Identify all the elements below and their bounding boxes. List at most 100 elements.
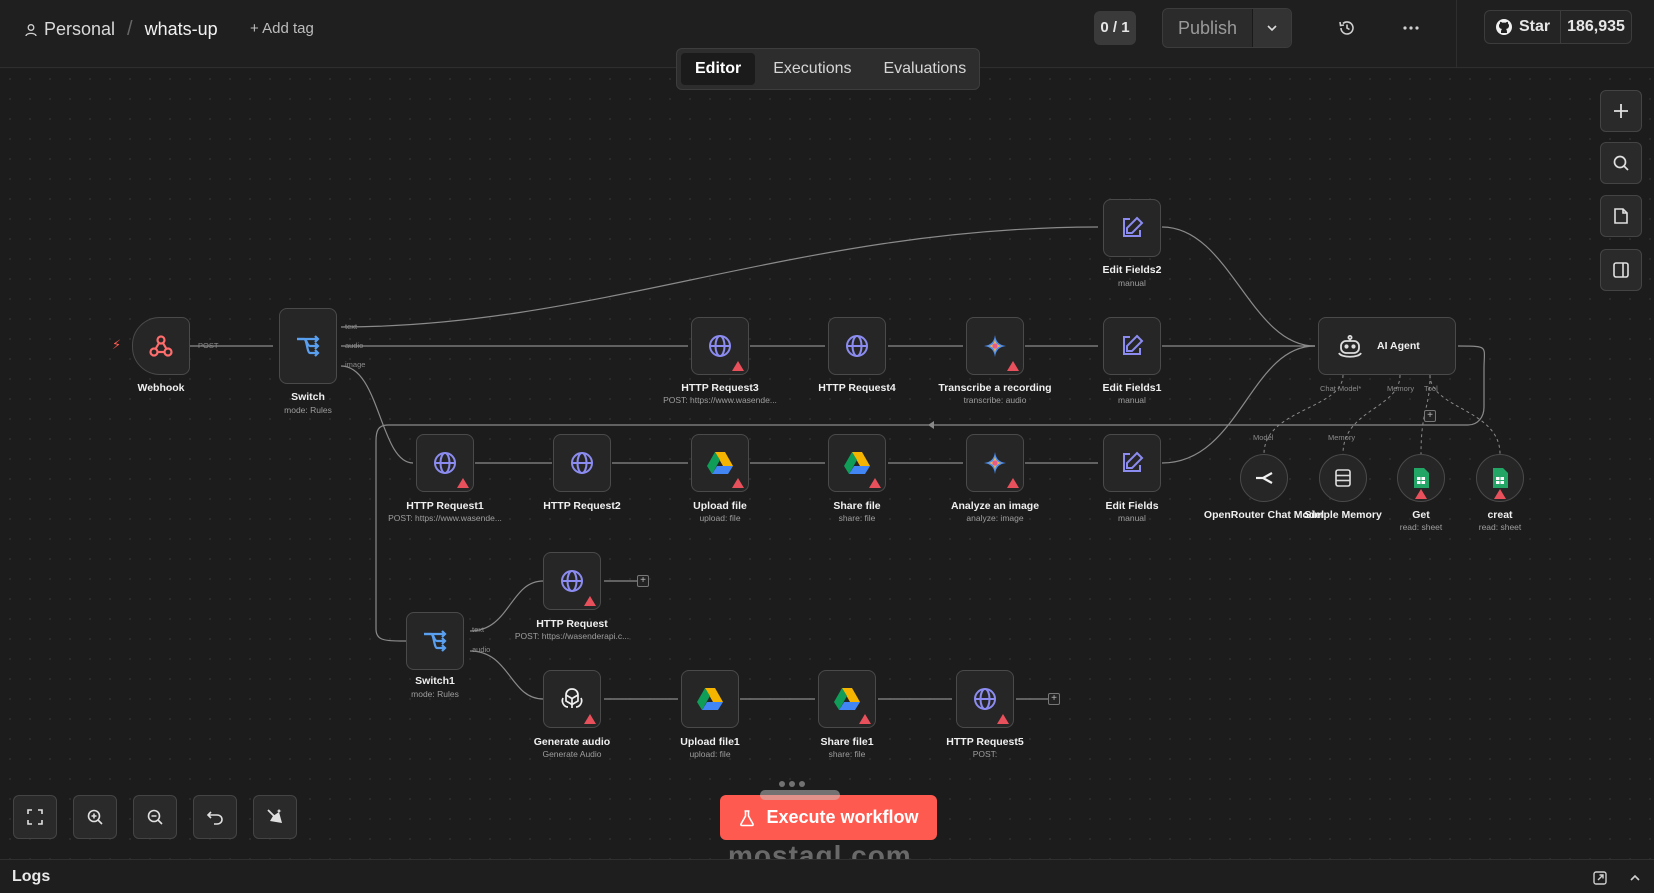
node-label: Share file1	[820, 736, 874, 748]
edge-label: POST	[198, 341, 219, 350]
warning-icon	[457, 478, 469, 488]
tab-editor[interactable]: Editor	[681, 53, 756, 85]
node-edit-fields[interactable]	[1103, 434, 1161, 492]
node-generate-audio[interactable]	[543, 670, 601, 728]
edge-label: audio	[472, 645, 491, 654]
node-http-request4[interactable]	[828, 317, 886, 375]
edit-icon	[1123, 451, 1144, 472]
project-link[interactable]: Personal	[44, 19, 115, 40]
warning-icon	[1007, 361, 1019, 371]
search-nodes-button[interactable]	[1600, 142, 1642, 184]
node-subtitle: upload: file	[699, 513, 741, 523]
broom-icon	[267, 809, 282, 823]
node-switch1[interactable]	[406, 612, 464, 670]
node-edit-fields1[interactable]	[1103, 317, 1161, 375]
node-subtitle: mode: Rules	[284, 405, 332, 415]
publish-button[interactable]: Publish	[1162, 8, 1292, 48]
warning-icon	[732, 478, 744, 488]
node-get[interactable]	[1397, 454, 1445, 502]
node-http-request[interactable]	[543, 552, 601, 610]
edge-label: Memory	[1328, 433, 1356, 442]
google-sheets-icon	[1414, 468, 1429, 488]
tab-evaluations[interactable]: Evaluations	[869, 53, 980, 85]
github-star[interactable]: Star	[1485, 11, 1561, 43]
publish-label[interactable]: Publish	[1163, 9, 1253, 47]
workflow-canvas[interactable]: ⚡ Webhook POST Switch mode: Rules text a…	[0, 69, 1654, 859]
node-label: HTTP Request2	[543, 500, 621, 512]
fit-view-button[interactable]	[13, 795, 57, 839]
add-node-panel-button[interactable]	[1600, 90, 1642, 132]
github-star-button[interactable]: Star 186,935	[1484, 10, 1632, 44]
node-webhook[interactable]	[132, 317, 190, 375]
node-label: Edit Fields2	[1102, 264, 1162, 276]
switch-icon	[424, 630, 447, 652]
node-upload-file[interactable]	[691, 434, 749, 492]
warning-icon	[859, 714, 871, 724]
node-upload-file1[interactable]	[681, 670, 739, 728]
node-share-file1[interactable]	[818, 670, 876, 728]
tidy-up-button[interactable]	[253, 795, 297, 839]
node-subtitle: read: sheet	[1478, 522, 1522, 532]
zoom-out-button[interactable]	[133, 795, 177, 839]
popout-icon[interactable]	[1592, 870, 1608, 886]
node-ai-agent[interactable]: AI Agent	[1318, 317, 1456, 375]
ellipsis-icon	[1403, 26, 1419, 30]
sticky-note-icon	[1614, 208, 1628, 224]
version-counter[interactable]: 0 / 1	[1094, 11, 1136, 45]
chevron-up-icon[interactable]	[1628, 871, 1642, 885]
node-openrouter[interactable]	[1240, 454, 1288, 502]
edge-label: audio	[345, 341, 364, 350]
node-creat[interactable]	[1476, 454, 1524, 502]
tab-executions[interactable]: Executions	[759, 53, 865, 85]
warning-icon	[1007, 478, 1019, 488]
node-http-request1[interactable]	[416, 434, 474, 492]
node-subtitle: transcribe: audio	[963, 395, 1027, 405]
node-http-request3[interactable]	[691, 317, 749, 375]
gemini-icon	[984, 335, 1006, 357]
node-analyze-image[interactable]	[966, 434, 1024, 492]
reset-zoom-button[interactable]	[193, 795, 237, 839]
node-http-request5[interactable]	[956, 670, 1014, 728]
node-edit-fields2[interactable]	[1103, 199, 1161, 257]
chevron-down-icon	[1267, 25, 1277, 32]
zoom-in-icon	[87, 809, 103, 825]
warning-icon	[584, 596, 596, 606]
logs-bar[interactable]: Logs	[0, 859, 1654, 893]
node-transcribe[interactable]	[966, 317, 1024, 375]
warning-icon	[732, 361, 744, 371]
google-drive-icon	[707, 452, 733, 474]
node-share-file[interactable]	[828, 434, 886, 492]
publish-dropdown[interactable]	[1253, 9, 1291, 47]
breadcrumb: Personal / whats-up	[24, 18, 218, 41]
workflow-name[interactable]: whats-up	[145, 19, 218, 40]
gemini-icon	[984, 452, 1006, 474]
sticky-note-button[interactable]	[1600, 195, 1642, 237]
warning-icon	[1415, 489, 1427, 499]
add-tag-button[interactable]: + Add tag	[250, 20, 314, 37]
node-simple-memory[interactable]	[1319, 454, 1367, 502]
add-node-button[interactable]: +	[1048, 693, 1060, 705]
node-subtitle: POST: https://www.wasende...	[663, 395, 777, 405]
undo-icon	[206, 811, 223, 825]
node-http-request2[interactable]	[553, 434, 611, 492]
globe-icon	[709, 335, 731, 357]
google-drive-icon	[697, 688, 723, 710]
panel-right-icon	[1613, 262, 1629, 278]
add-tool-button[interactable]: +	[1424, 410, 1436, 422]
edge-label: text	[345, 322, 358, 331]
edge-label: text	[472, 625, 485, 634]
node-label: HTTP Request1	[406, 500, 484, 512]
history-button[interactable]	[1336, 17, 1358, 39]
star-count: 186,935	[1567, 18, 1625, 35]
toggle-panel-button[interactable]	[1600, 249, 1642, 291]
zoom-in-button[interactable]	[73, 795, 117, 839]
more-options-button[interactable]	[1400, 17, 1422, 39]
database-icon	[1335, 469, 1351, 487]
warning-icon	[584, 714, 596, 724]
node-subtitle: manual	[1118, 395, 1146, 405]
add-node-button[interactable]: +	[637, 575, 649, 587]
robot-icon	[1338, 335, 1362, 358]
trigger-bolt-icon: ⚡	[112, 337, 122, 352]
node-subtitle: mode: Rules	[411, 689, 459, 699]
node-switch[interactable]	[279, 308, 337, 384]
